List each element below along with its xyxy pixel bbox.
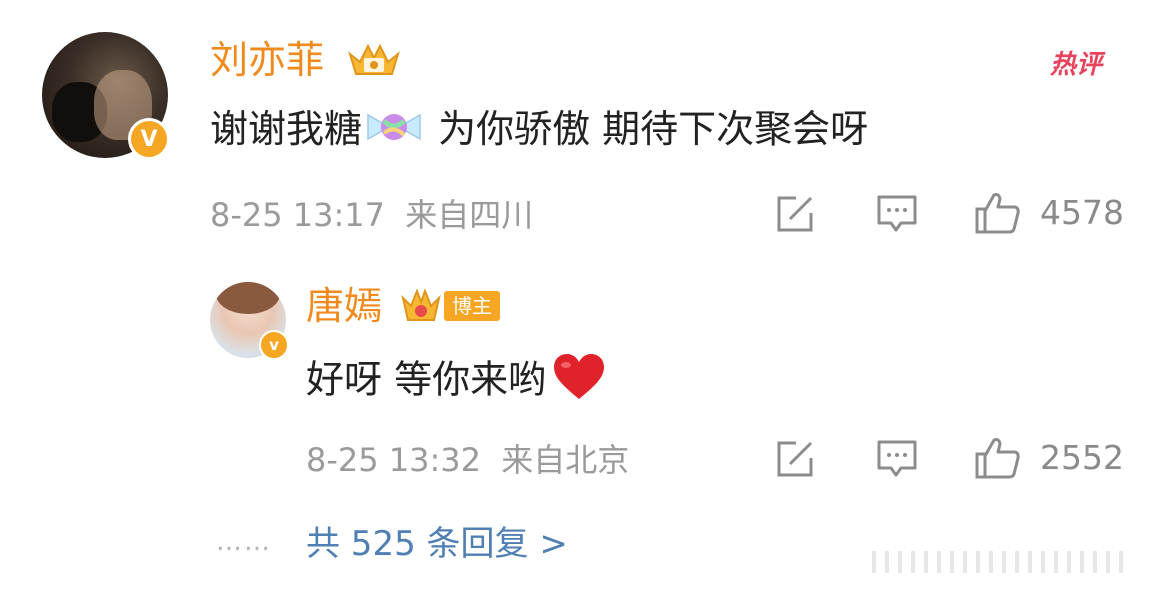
repost-icon bbox=[777, 196, 813, 232]
comment-location: 来自四川 bbox=[405, 196, 534, 234]
verified-badge-icon: V bbox=[128, 118, 170, 160]
more-dots: …… bbox=[216, 527, 272, 557]
comment-like-button[interactable]: 4578 bbox=[974, 191, 1124, 235]
reply-date: 8-25 13:32 bbox=[306, 441, 482, 479]
reply-verified-badge-icon: v bbox=[259, 330, 289, 360]
watermark-bars bbox=[872, 551, 1123, 573]
comment-meta: 8-25 13:17 来自四川 bbox=[210, 196, 533, 234]
comment-reply-button[interactable] bbox=[876, 194, 918, 238]
heart-emoji-icon bbox=[552, 353, 606, 411]
crown-icon bbox=[401, 288, 441, 321]
reply-text: 好呀 等你来哟 bbox=[306, 353, 606, 411]
reply-like-count: 2552 bbox=[1040, 438, 1124, 477]
comment-text-part2: 为你骄傲 期待下次聚会呀 bbox=[426, 107, 869, 151]
reply-repost-button[interactable] bbox=[774, 438, 816, 484]
reply-like-button[interactable]: 2552 bbox=[974, 436, 1124, 480]
comment-date: 8-25 13:17 bbox=[210, 196, 386, 234]
crown-icon bbox=[346, 40, 402, 80]
comment-text-part1: 谢谢我糖 bbox=[210, 107, 363, 151]
comment-text: 谢谢我糖 为你骄傲 期待下次聚会呀 bbox=[210, 106, 868, 157]
hot-comment-badge: 热评 bbox=[1050, 50, 1103, 80]
avatar-hair-shape bbox=[216, 282, 280, 314]
like-icon bbox=[975, 438, 1020, 479]
blogger-tag: 博主 bbox=[444, 291, 500, 321]
repost-icon bbox=[777, 441, 813, 477]
replier-username[interactable]: 唐嫣 bbox=[306, 284, 382, 328]
like-icon bbox=[975, 193, 1020, 234]
comment-like-count: 4578 bbox=[1040, 193, 1124, 232]
comment-repost-button[interactable] bbox=[774, 193, 816, 239]
comment-icon bbox=[877, 440, 917, 477]
comment-icon bbox=[877, 195, 917, 232]
reply-text-content: 好呀 等你来哟 bbox=[306, 357, 547, 402]
view-all-replies-link[interactable]: 共 525 条回复 > bbox=[306, 524, 568, 564]
blogger-badge: 博主 bbox=[400, 286, 500, 326]
reply-location: 来自北京 bbox=[501, 441, 630, 479]
commenter-username[interactable]: 刘亦菲 bbox=[210, 38, 324, 82]
candy-emoji-icon bbox=[366, 107, 422, 157]
reply-comment-button[interactable] bbox=[876, 439, 918, 483]
reply-meta: 8-25 13:32 来自北京 bbox=[306, 441, 629, 479]
